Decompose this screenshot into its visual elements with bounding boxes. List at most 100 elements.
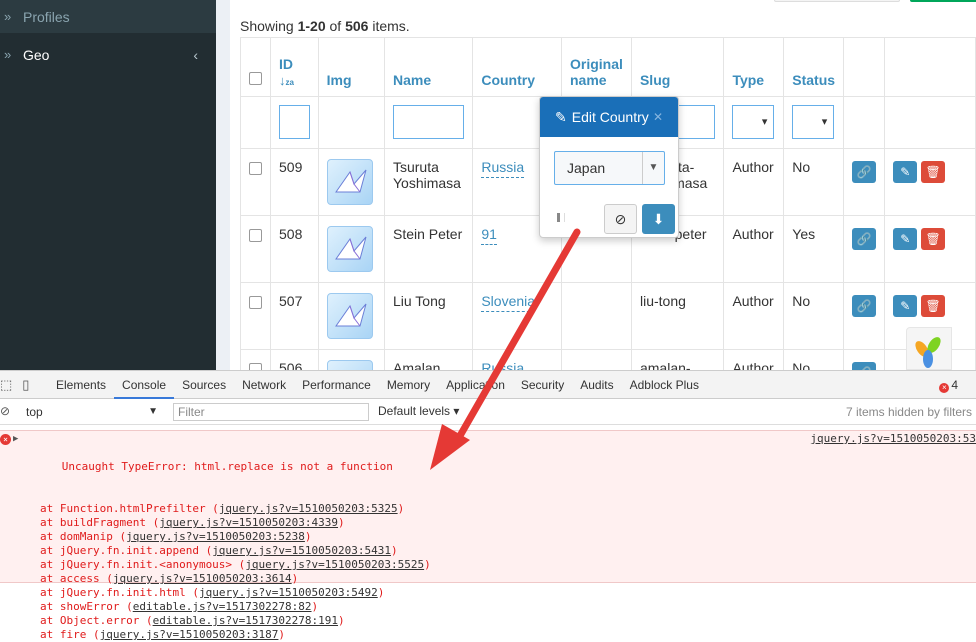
expand-triangle-icon[interactable]: ▶ [13,432,18,446]
devtools-panel: ⬚ ▯ Elements Console Sources Network Per… [0,370,976,641]
tab-application[interactable]: Application [438,371,513,399]
sidebar: » Profiles » Geo ‹ [0,0,216,370]
origami-crane-thumbnail [326,159,373,205]
column-header-actions [884,37,976,97]
close-icon[interactable]: ✕ [653,110,663,124]
pencil-icon[interactable]: ✎ [893,295,918,317]
sidebar-item-geo[interactable]: » Geo ‹ [0,37,216,72]
save-button[interactable]: ⬇ [642,204,675,234]
column-header-original-name-line2: name [569,72,607,88]
name-cell: Amalan [383,349,474,370]
stack-frame: at showError (editable.js?v=1517302278:8… [0,600,976,614]
trash-icon[interactable]: 🗑 [921,295,946,317]
inspect-element-icon[interactable]: ⬚ [0,377,12,393]
log-levels-dropdown[interactable]: Default levels ▾ [378,404,459,418]
error-source-link[interactable]: jquery.js?v=1510050203:53 [810,432,976,446]
row-checkbox[interactable] [249,363,262,370]
stack-frame-link[interactable]: jquery.js?v=1510050203:5325 [219,502,398,515]
origami-crane-thumbnail [326,293,373,339]
column-header-name[interactable]: Name [383,37,474,97]
tab-elements[interactable]: Elements [48,371,114,399]
tab-memory[interactable]: Memory [379,371,438,399]
type-cell: Author [723,349,785,370]
link-icon[interactable]: 🔗 [852,295,877,317]
popover-title: ✎ Edit Country ✕ [540,97,678,137]
filter-cell [783,96,845,149]
clear-console-icon[interactable]: ⊘ [0,404,10,418]
trash-icon[interactable]: 🗑 [921,228,946,250]
column-header-status[interactable]: Status [783,37,845,97]
type-filter-select[interactable] [732,105,775,139]
sidebar-item-profiles[interactable]: » Profiles [0,0,216,33]
tab-adblock-plus[interactable]: Adblock Plus [622,371,707,399]
cancel-button[interactable]: ⊘ [604,204,637,234]
column-header-id[interactable]: ID ↓za [270,37,319,97]
trash-icon[interactable]: 🗑 [921,161,946,183]
create-button[interactable] [910,0,976,2]
row-checkbox[interactable] [249,229,262,242]
country-cell: Slovenia [472,282,562,350]
sidebar-item-label: Profiles [23,8,70,25]
tab-console[interactable]: Console [114,371,175,399]
country-editable-link[interactable]: Russia [481,159,525,178]
summary-total: 506 [345,18,369,34]
stack-frame-link[interactable]: editable.js?v=1517302278:191 [153,614,338,627]
link-icon[interactable]: 🔗 [852,362,877,370]
stack-frame-link[interactable]: editable.js?v=1517302278:82 [133,600,312,613]
type-cell: Author [723,215,785,283]
stack-frame-text: at fire ( [40,628,100,641]
pencil-icon[interactable]: ✎ [893,228,918,250]
tab-sources[interactable]: Sources [174,371,234,399]
link-icon[interactable]: 🔗 [852,228,877,250]
link-icon[interactable]: 🔗 [852,161,877,183]
country-editable-link[interactable]: Slovenia [481,293,536,312]
origami-crane-thumbnail [326,226,373,272]
name-line1: Liu Tong [392,293,446,309]
tab-performance[interactable]: Performance [294,371,379,399]
device-toolbar-icon[interactable]: ▯ [22,377,29,393]
link-cell: 🔗 [843,215,886,283]
tab-network[interactable]: Network [234,371,294,399]
select-all-checkbox[interactable] [249,72,262,85]
context-select[interactable]: top ▼ [26,403,164,421]
stack-frame: at access (jquery.js?v=1510050203:3614) [0,572,976,586]
stack-frame-link[interactable]: jquery.js?v=1510050203:5525 [245,558,424,571]
chevron-down-icon: ▼ [642,152,664,184]
status-filter-select[interactable] [792,105,835,139]
stack-frame: at jQuery.fn.init.append (jquery.js?v=15… [0,544,976,558]
stack-frame-link[interactable]: jquery.js?v=1510050203:3614 [113,572,292,585]
stack-frame-link[interactable]: jquery.js?v=1510050203:5238 [126,530,305,543]
row-checkbox[interactable] [249,296,262,309]
row-checkbox[interactable] [249,162,262,175]
country-editable-link[interactable]: Russia [481,360,524,370]
column-header-id-label: ID [279,56,293,72]
stack-frame-end: ) [338,614,345,627]
stack-frame-link[interactable]: jquery.js?v=1510050203:3187 [100,628,279,641]
toolbar-button[interactable] [774,0,900,2]
stack-frame-end: ) [311,600,319,613]
stack-frame: at buildFragment (jquery.js?v=1510050203… [0,516,976,530]
context-value: top [26,405,43,419]
stack-frame-link[interactable]: jquery.js?v=1510050203:4339 [159,516,338,529]
stack-frame-link[interactable]: jquery.js?v=1510050203:5431 [212,544,391,557]
name-filter-input[interactable] [392,105,465,139]
column-header-slug[interactable]: Slug [630,37,725,97]
tab-security[interactable]: Security [513,371,572,399]
column-header-original-name[interactable]: Original name [560,37,632,97]
id-filter-input[interactable] [279,105,310,139]
tab-audits[interactable]: Audits [572,371,621,399]
ban-icon: ⊘ [614,211,627,227]
column-header-type[interactable]: Type [723,37,785,97]
column-header-country[interactable]: Country [472,37,562,97]
yii-logo-icon-part [923,350,933,368]
country-select[interactable]: Japan ▼ [554,151,665,185]
stack-frame-link[interactable]: jquery.js?v=1510050203:5492 [199,586,378,599]
column-header-original-name-line1: Original [569,56,623,72]
download-icon: ⬇ [652,211,665,227]
error-counter[interactable]: × 4 [939,378,958,393]
country-editable-link[interactable]: 91 [481,226,497,245]
console-filter-input[interactable]: Filter [173,403,369,421]
pencil-icon[interactable]: ✎ [893,161,918,183]
yii-debug-toolbar-toggle[interactable] [906,327,952,370]
type-cell: Author [723,282,785,350]
